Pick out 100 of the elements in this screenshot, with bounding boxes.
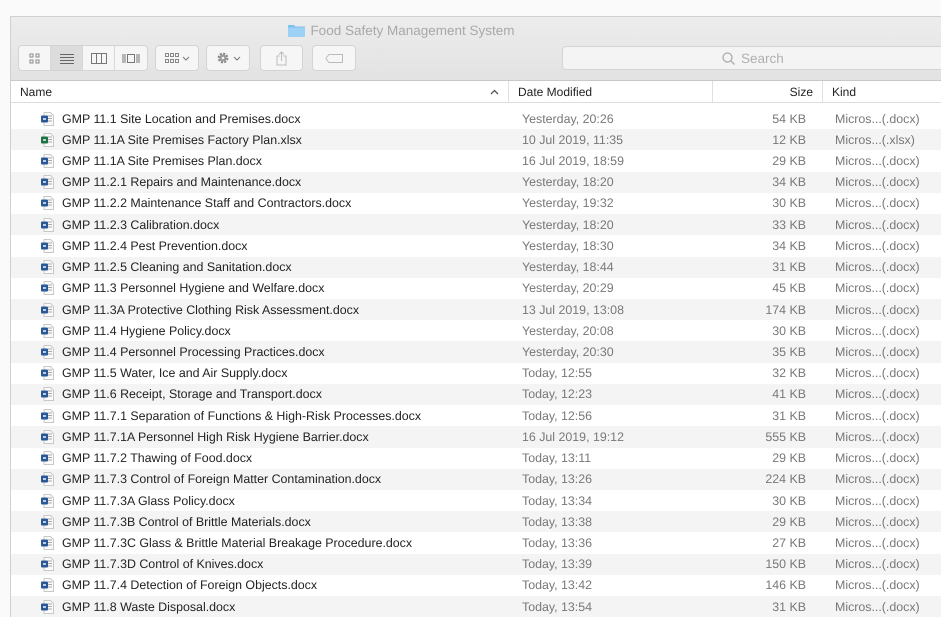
- file-kind: Micros...(.docx): [835, 154, 920, 168]
- file-name[interactable]: GMP 11.7.3C Glass & Brittle Material Breakage Procedure.docx: [62, 536, 412, 550]
- file-size: 34 KB: [772, 238, 806, 253]
- file-kind: Micros...(.docx): [835, 281, 920, 296]
- column-header[interactable]: Date Modified: [509, 81, 713, 102]
- file-size: 31 KB: [772, 260, 806, 274]
- file-kind: Micros...(.docx): [835, 557, 920, 572]
- file-name[interactable]: GMP 11.3A Protective Clothing Risk Assessment.docx: [62, 302, 360, 317]
- file-kind: Micros...(.docx): [835, 600, 920, 614]
- file-kind: Micros...(.docx): [835, 324, 920, 338]
- chevron-down-icon: [232, 56, 240, 60]
- date-modified: Yesterday, 18:30: [522, 238, 614, 253]
- date-modified: Today, 13:42: [522, 578, 592, 592]
- view-mode-button[interactable]: [51, 46, 83, 70]
- file-name[interactable]: GMP 11.1A Site Premises Factory Plan.xlsx: [62, 132, 302, 147]
- date-modified: Yesterday, 20:08: [522, 324, 614, 338]
- date-modified: Today, 13:26: [522, 472, 592, 486]
- file-name[interactable]: GMP 11.4 Personnel Processing Practices.docx: [62, 345, 325, 360]
- file-kind: Micros...(.docx): [835, 175, 920, 190]
- file-size: 29 KB: [772, 514, 806, 529]
- file-name[interactable]: GMP 11.5 Water, Ice and Air Supply.docx: [62, 366, 288, 380]
- file-size: 45 KB: [772, 281, 806, 296]
- date-modified: Today, 12:56: [522, 408, 592, 423]
- file-name[interactable]: GMP 11.7.3A Glass Policy.docx: [62, 494, 235, 508]
- share-icon: [276, 50, 287, 66]
- file-kind: Micros...(.docx): [835, 494, 920, 508]
- file-size: 174 KB: [765, 302, 806, 317]
- file-size: 34 KB: [772, 175, 806, 190]
- file-kind: Micros...(.docx): [835, 345, 920, 360]
- folder-icon: [288, 24, 306, 37]
- file-size: 555 KB: [765, 430, 806, 444]
- date-modified: 16 Jul 2019, 19:12: [522, 430, 624, 444]
- action-button[interactable]: [206, 45, 250, 71]
- file-name[interactable]: GMP 11.4 Hygiene Policy.docx: [62, 324, 231, 338]
- file-size: 31 KB: [772, 600, 806, 614]
- file-size: 30 KB: [772, 324, 806, 338]
- share-button[interactable]: [260, 45, 303, 71]
- date-modified: 16 Jul 2019, 18:59: [522, 154, 624, 168]
- file-kind: Micros...(.docx): [835, 302, 920, 317]
- group-button[interactable]: [155, 45, 199, 71]
- file-kind: Micros...(.docx): [835, 514, 920, 529]
- file-kind: Micros...(.docx): [835, 218, 920, 232]
- file-name[interactable]: GMP 11.7.3 Control of Foreign Matter Contamination.docx: [62, 472, 382, 486]
- file-name[interactable]: GMP 11.7.1A Personnel High Risk Hygiene Barrier.docx: [62, 430, 369, 444]
- file-size: 12 KB: [772, 132, 806, 147]
- date-modified: Yesterday, 18:20: [522, 175, 614, 190]
- grid-icon: [164, 52, 178, 64]
- date-modified: Yesterday, 20:29: [522, 281, 614, 296]
- date-modified: Today, 13:34: [522, 494, 592, 508]
- file-name[interactable]: GMP 11.7.4 Detection of Foreign Objects.docx: [62, 578, 318, 592]
- date-modified: Today, 12:23: [522, 387, 592, 402]
- file-name[interactable]: GMP 11.7.2 Thawing of Food.docx: [62, 451, 252, 466]
- search-icon: [722, 52, 735, 65]
- file-name[interactable]: GMP 11.2.3 Calibration.docx: [62, 218, 220, 232]
- date-modified: 13 Jul 2019, 13:08: [522, 302, 624, 317]
- file-size: 30 KB: [772, 494, 806, 508]
- list-view-icon: [60, 52, 74, 64]
- date-modified: Today, 12:55: [522, 366, 592, 380]
- file-name[interactable]: GMP 11.7.3D Control of Knives.docx: [62, 557, 264, 572]
- file-size: 32 KB: [772, 366, 806, 380]
- file-name[interactable]: GMP 11.7.1 Separation of Functions & High-Risk Processes.docx: [62, 408, 422, 423]
- file-size: 27 KB: [772, 536, 806, 550]
- file-name[interactable]: GMP 11.8 Waste Disposal.docx: [62, 600, 236, 614]
- column-header[interactable]: Kind: [823, 81, 941, 102]
- gallery-view-icon: [122, 52, 140, 64]
- file-name[interactable]: GMP 11.7.3B Control of Brittle Materials.docx: [62, 514, 311, 529]
- date-modified: Yesterday, 18:20: [522, 218, 614, 232]
- tag-button[interactable]: [312, 45, 356, 71]
- date-modified: Yesterday, 18:44: [522, 260, 614, 274]
- date-modified: Today, 13:39: [522, 557, 592, 572]
- file-name[interactable]: GMP 11.2.4 Pest Prevention.docx: [62, 238, 248, 253]
- date-modified: Today, 13:38: [522, 514, 592, 529]
- file-name[interactable]: GMP 11.1A Site Premises Plan.docx: [62, 154, 262, 168]
- file-name[interactable]: GMP 11.2.5 Cleaning and Sanitation.docx: [62, 260, 292, 274]
- search-field[interactable]: Search: [562, 46, 941, 70]
- window-title: Food Safety Management System: [310, 23, 515, 38]
- date-modified: Yesterday, 20:30: [522, 345, 614, 360]
- column-header[interactable]: Name: [11, 81, 509, 102]
- column-view-icon: [90, 52, 106, 64]
- file-size: 31 KB: [772, 408, 806, 423]
- file-kind: Micros...(.docx): [835, 451, 920, 466]
- column-header[interactable]: Size: [713, 81, 823, 102]
- file-size: 146 KB: [765, 578, 806, 592]
- date-modified: Today, 13:36: [522, 536, 592, 550]
- file-kind: Micros...(.docx): [835, 196, 920, 210]
- file-kind: Micros...(.docx): [835, 430, 920, 444]
- file-name[interactable]: GMP 11.2.2 Maintenance Staff and Contractors.docx: [62, 196, 352, 210]
- file-name[interactable]: GMP 11.1 Site Location and Premises.docx: [62, 112, 301, 126]
- file-kind: Micros...(.docx): [835, 408, 920, 423]
- file-kind: Micros...(.docx): [835, 260, 920, 274]
- icon-view-icon: [29, 52, 40, 64]
- date-modified: Today, 13:54: [522, 600, 592, 614]
- file-size: 33 KB: [772, 218, 806, 232]
- chevron-down-icon: [182, 56, 190, 60]
- file-name[interactable]: GMP 11.6 Receipt, Storage and Transport.docx: [62, 387, 322, 402]
- file-name[interactable]: GMP 11.2.1 Repairs and Maintenance.docx: [62, 175, 302, 190]
- file-kind: Micros...(.docx): [835, 112, 920, 126]
- file-name[interactable]: GMP 11.3 Personnel Hygiene and Welfare.docx: [62, 281, 324, 296]
- file-kind: Micros...(.docx): [835, 578, 920, 592]
- file-size: 29 KB: [772, 451, 806, 466]
